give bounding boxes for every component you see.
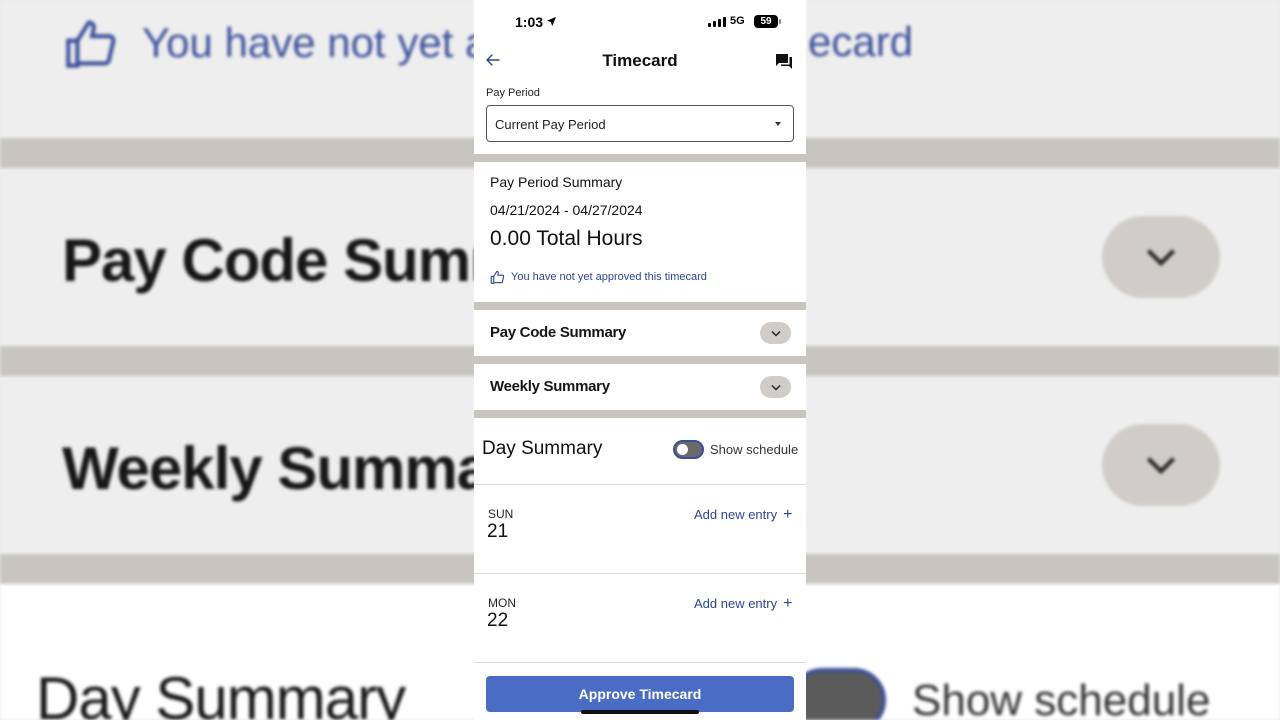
- bg-pay-code-title: Pay Code Summ: [62, 227, 523, 294]
- status-bar: 1:03 5G 59: [474, 0, 806, 44]
- row-divider: [474, 573, 806, 574]
- bg-notice-tail: ecard: [808, 18, 914, 65]
- bg-day-title: Day Summary: [36, 665, 406, 720]
- bg-notice: You have not yet a: [62, 18, 488, 68]
- chat-icon[interactable]: [775, 52, 793, 70]
- network-label: 5G: [730, 15, 745, 27]
- row-divider: [474, 662, 806, 663]
- plus-icon: +: [783, 506, 793, 523]
- day-row-sun: SUN 21 Add new entry +: [474, 497, 806, 585]
- pay-period-value: Current Pay Period: [495, 117, 606, 132]
- chevron-down-icon: [770, 384, 781, 391]
- approval-notice: You have not yet approved this timecard: [490, 270, 707, 284]
- section-divider: [474, 302, 806, 310]
- battery-icon: 59: [754, 15, 781, 28]
- day-number: 21: [487, 521, 509, 542]
- day-number: 22: [487, 610, 509, 631]
- nav-bar: Timecard: [474, 44, 806, 78]
- battery-level: 59: [760, 16, 772, 27]
- thumbs-up-icon: [66, 20, 116, 68]
- summary-title: Pay Period Summary: [490, 174, 623, 190]
- add-new-entry-button[interactable]: Add new entry +: [694, 506, 793, 523]
- pay-code-expand-button[interactable]: [760, 322, 791, 344]
- day-summary-header: Day Summary Show schedule: [474, 418, 806, 484]
- add-new-entry-label: Add new entry: [694, 507, 778, 522]
- summary-dates: 04/21/2024 - 04/27/2024: [490, 202, 643, 218]
- approval-notice-text: You have not yet approved this timecard: [511, 271, 707, 283]
- signal-icon: [708, 16, 726, 27]
- bg-weekly-title: Weekly Summar: [62, 435, 512, 502]
- add-new-entry-label: Add new entry: [694, 596, 778, 611]
- phone-screen: 1:03 5G 59 Timecard Pay Period Current P…: [474, 0, 806, 720]
- bg-notice-text: You have not yet a: [142, 19, 489, 66]
- status-time: 1:03: [515, 14, 544, 30]
- weekly-summary-accordion[interactable]: Weekly Summary: [474, 364, 806, 410]
- section-divider: [474, 154, 806, 162]
- thumbs-up-icon: [490, 270, 505, 284]
- approve-timecard-button[interactable]: Approve Timecard: [486, 676, 794, 712]
- weekly-expand-button[interactable]: [760, 376, 791, 398]
- chevron-down-icon: [770, 330, 781, 337]
- bg-chevron-down-icon: [1102, 216, 1220, 298]
- show-schedule-toggle[interactable]: [673, 440, 704, 459]
- section-divider: [474, 356, 806, 364]
- show-schedule-label: Show schedule: [710, 442, 799, 457]
- footer: Approve Timecard: [474, 666, 806, 720]
- day-of-week: SUN: [488, 507, 514, 521]
- pay-period-select[interactable]: Current Pay Period: [486, 105, 794, 142]
- day-of-week: MON: [488, 596, 516, 610]
- location-arrow-icon: [546, 16, 557, 27]
- pay-code-summary-accordion[interactable]: Pay Code Summary: [474, 310, 806, 356]
- bg-chevron-down-icon: [1102, 424, 1220, 506]
- add-new-entry-button[interactable]: Add new entry +: [694, 595, 793, 612]
- row-divider: [474, 484, 806, 485]
- plus-icon: +: [783, 595, 793, 612]
- caret-down-icon: [775, 122, 781, 126]
- weekly-summary-title: Weekly Summary: [490, 378, 610, 395]
- day-summary-title: Day Summary: [482, 438, 603, 459]
- total-hours: 0.00 Total Hours: [490, 227, 643, 250]
- pay-period-label: Pay Period: [486, 87, 540, 99]
- home-indicator: [581, 710, 699, 714]
- page-title: Timecard: [602, 51, 678, 70]
- section-divider: [474, 410, 806, 418]
- day-row-mon: MON 22 Add new entry +: [474, 586, 806, 674]
- pay-code-summary-title: Pay Code Summary: [490, 324, 627, 341]
- bg-show-schedule: Show schedule: [912, 676, 1211, 720]
